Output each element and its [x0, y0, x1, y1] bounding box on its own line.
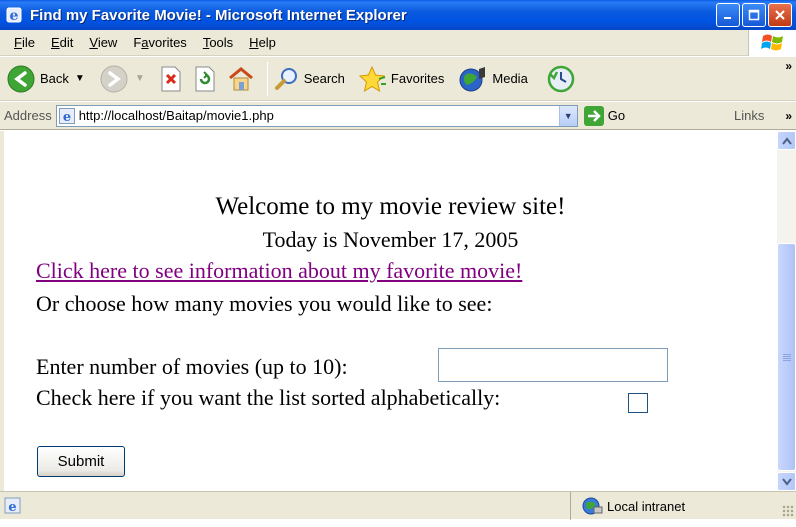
- today-date: Today is November 17, 2005: [262, 227, 519, 252]
- ie-icon: e: [6, 7, 22, 24]
- status-page-icon: e: [4, 497, 21, 515]
- scroll-up-icon: [781, 136, 792, 145]
- menu-favorites[interactable]: Favorites: [125, 35, 194, 50]
- windows-flag-icon: [760, 34, 783, 51]
- stop-button[interactable]: [159, 66, 183, 92]
- movie-count-label: Enter number of movies (up to 10):: [36, 354, 348, 379]
- scroll-thumb[interactable]: [777, 243, 796, 471]
- sort-checkbox[interactable]: [628, 393, 648, 413]
- go-arrow-icon: [583, 105, 604, 126]
- go-label: Go: [607, 108, 626, 123]
- media-label: Media: [492, 71, 528, 86]
- sort-label: Check here if you want the list sorted a…: [36, 385, 501, 410]
- menu-tools[interactable]: Tools: [195, 35, 241, 50]
- favorite-movie-link[interactable]: Click here to see information about my f…: [36, 258, 522, 284]
- close-icon: [775, 10, 785, 20]
- intranet-globe-icon: [582, 497, 603, 515]
- vertical-scrollbar[interactable]: [777, 131, 796, 491]
- scroll-grip-icon: [783, 354, 791, 362]
- search-icon: [274, 67, 297, 90]
- search-label: Search: [303, 71, 345, 86]
- media-button[interactable]: Media: [458, 65, 528, 93]
- title-bar[interactable]: e Find my Favorite Movie! - Microsoft In…: [0, 0, 796, 30]
- home-button[interactable]: [227, 66, 255, 92]
- minimize-button[interactable]: [716, 3, 740, 27]
- media-icon: [459, 66, 486, 91]
- choose-instruction: Or choose how many movies you would like…: [36, 291, 493, 316]
- windows-logo: [748, 30, 796, 56]
- toolbar-overflow-chevron[interactable]: »: [785, 59, 792, 73]
- menu-view[interactable]: View: [81, 35, 125, 50]
- svg-text:e: e: [63, 110, 71, 124]
- forward-dropdown-icon[interactable]: ▼: [135, 73, 145, 84]
- history-button[interactable]: [546, 64, 576, 94]
- maximize-icon: [748, 9, 760, 21]
- close-button[interactable]: [768, 3, 792, 27]
- submit-button[interactable]: Submit: [37, 446, 125, 477]
- address-url: http://localhost/Baitap/movie1.php: [78, 108, 274, 123]
- address-dropdown-icon[interactable]: ▼: [558, 105, 577, 126]
- links-label[interactable]: Links: [734, 108, 764, 123]
- back-label: Back: [40, 71, 69, 86]
- svg-text:e: e: [10, 8, 19, 24]
- refresh-icon: [195, 66, 215, 91]
- address-field[interactable]: e http://localhost/Baitap/movie1.php ▼: [55, 104, 578, 127]
- status-bar: e Local intranet: [0, 491, 796, 520]
- menu-bar: File Edit View Favorites Tools Help: [0, 30, 796, 56]
- svg-text:e: e: [8, 500, 16, 515]
- page-ie-icon: e: [58, 107, 75, 124]
- back-button[interactable]: Back ▼: [6, 64, 85, 94]
- home-icon: [228, 66, 253, 90]
- back-arrow-icon: [7, 65, 35, 92]
- search-button[interactable]: Search: [274, 66, 345, 92]
- security-zone[interactable]: Local intranet: [570, 492, 685, 520]
- scroll-down-button[interactable]: [777, 472, 796, 491]
- scroll-down-icon: [781, 477, 792, 486]
- page-content: Welcome to my movie review site! Today i…: [4, 131, 777, 491]
- favorites-star-icon: [358, 65, 386, 92]
- welcome-heading: Welcome to my movie review site!: [215, 193, 566, 220]
- stop-icon: [161, 66, 181, 91]
- favorites-button[interactable]: Favorites: [357, 65, 444, 93]
- resize-grip-icon[interactable]: [782, 505, 794, 517]
- zone-label: Local intranet: [607, 498, 686, 514]
- toolbar: Back ▼ ▼ Search Favorites Media »: [0, 57, 796, 101]
- minimize-icon: [724, 17, 731, 19]
- forward-button[interactable]: ▼: [99, 64, 145, 94]
- maximize-button[interactable]: [742, 3, 766, 27]
- scroll-up-button[interactable]: [777, 131, 796, 150]
- address-label: Address: [4, 108, 52, 123]
- menu-file[interactable]: File: [6, 35, 43, 50]
- toolbar-separator: [266, 61, 268, 96]
- links-chevron[interactable]: »: [785, 109, 792, 123]
- menu-edit[interactable]: Edit: [43, 35, 81, 50]
- history-icon: [547, 65, 575, 92]
- movie-count-input[interactable]: [438, 348, 668, 382]
- menu-help[interactable]: Help: [241, 35, 284, 50]
- address-bar: Address e http://localhost/Baitap/movie1…: [0, 102, 796, 130]
- window-title: Find my Favorite Movie! - Microsoft Inte…: [30, 6, 407, 24]
- back-dropdown-icon[interactable]: ▼: [75, 73, 85, 84]
- forward-arrow-icon: [100, 65, 128, 92]
- favorites-label: Favorites: [390, 71, 445, 86]
- go-button[interactable]: Go: [583, 105, 626, 126]
- refresh-button[interactable]: [193, 66, 217, 92]
